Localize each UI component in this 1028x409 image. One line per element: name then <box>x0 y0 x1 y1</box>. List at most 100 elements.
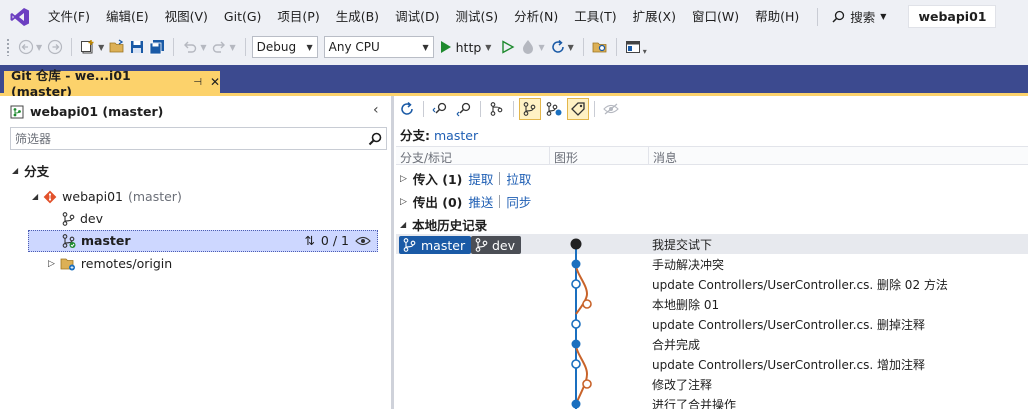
sync-count: 0 / 1 <box>320 233 349 248</box>
menu-extensions[interactable]: 扩展(X) <box>625 0 684 33</box>
commit-message[interactable]: update Controllers/UserController.cs. 删掉… <box>652 316 925 333</box>
commit-node[interactable] <box>582 299 592 309</box>
tab-git-repository[interactable]: Git 仓库 - we...i01 (master) ⊣ ✕ <box>4 68 220 99</box>
commit-message[interactable]: 进行了合并操作 <box>652 396 736 409</box>
find-in-files-icon[interactable] <box>590 37 610 57</box>
new-project-icon[interactable] <box>78 37 98 57</box>
commit-node[interactable] <box>571 319 581 329</box>
branch-graph-icon[interactable] <box>486 98 508 120</box>
hide-icon[interactable] <box>600 98 622 120</box>
menu-window[interactable]: 窗口(W) <box>684 0 747 33</box>
show-remote-branches-icon[interactable] <box>543 98 565 120</box>
push-link[interactable]: 推送 <box>468 192 493 211</box>
chevron-down-icon: ▼ <box>306 42 313 52</box>
column-message[interactable]: 消息 <box>653 149 677 166</box>
chevron-down-icon[interactable]: ▼ <box>36 43 42 52</box>
commit-node[interactable] <box>571 279 581 289</box>
branch-tag-dev-label: dev <box>492 237 516 253</box>
commit-node[interactable] <box>582 379 592 389</box>
show-first-parent-icon[interactable] <box>519 98 541 120</box>
menu-edit[interactable]: 编辑(E) <box>98 0 157 33</box>
search-next-icon[interactable] <box>453 98 475 120</box>
window-layout-icon[interactable] <box>623 37 643 57</box>
start-debugging-button[interactable]: http ▼ <box>440 40 495 55</box>
branches-section-header[interactable]: ◢ 分支 <box>12 161 49 180</box>
commit-message[interactable]: 修改了注释 <box>652 376 712 393</box>
column-divider[interactable] <box>549 147 550 165</box>
outgoing-group[interactable]: ▷ 传出 (0) 推送 同步 <box>400 192 531 211</box>
toolbar-grip[interactable] <box>6 38 10 56</box>
menu-view[interactable]: 视图(V) <box>157 0 216 33</box>
commit-node[interactable] <box>571 399 581 409</box>
tree-item-dev[interactable]: dev <box>62 211 103 226</box>
chevron-down-icon[interactable]: ▼ <box>98 43 104 52</box>
column-divider[interactable] <box>648 147 649 165</box>
search-icon[interactable] <box>368 132 382 146</box>
menu-file[interactable]: 文件(F) <box>40 0 98 33</box>
commit-node[interactable] <box>570 238 582 250</box>
chevron-down-icon[interactable]: ▼ <box>538 43 544 52</box>
incoming-group[interactable]: ▷ 传入 (1) 提取 拉取 <box>400 169 531 188</box>
menu-test[interactable]: 测试(S) <box>447 0 506 33</box>
commit-message[interactable]: 合并完成 <box>652 336 700 353</box>
repository-header: webapi01 (master) <box>10 104 163 119</box>
pin-icon[interactable]: ⊣ <box>193 77 202 88</box>
sync-link[interactable]: 同步 <box>506 192 531 211</box>
local-history-header[interactable]: ◢ 本地历史记录 <box>400 215 487 234</box>
fetch-link[interactable]: 提取 <box>468 169 493 188</box>
refresh-icon[interactable] <box>548 37 568 57</box>
menu-analyze[interactable]: 分析(N) <box>506 0 566 33</box>
branch-tag-dev[interactable]: dev <box>471 236 522 254</box>
play-icon <box>440 41 451 53</box>
navigate-forward-icon[interactable] <box>45 37 65 57</box>
commit-message[interactable]: 手动解决冲突 <box>652 256 724 273</box>
column-branch-tag[interactable]: 分支/标记 <box>400 149 452 166</box>
current-branch-value[interactable]: master <box>434 128 478 143</box>
chevron-down-icon[interactable]: ▼ <box>229 43 235 52</box>
close-icon[interactable]: ✕ <box>210 75 220 89</box>
branch-tag-master[interactable]: master <box>399 236 472 254</box>
menu-build[interactable]: 生成(B) <box>328 0 387 33</box>
solution-configuration-select[interactable]: Debug ▼ <box>251 36 318 58</box>
commit-node[interactable] <box>571 259 581 269</box>
menu-project[interactable]: 项目(P) <box>269 0 327 33</box>
chevron-down-icon[interactable]: ▼ <box>568 43 574 52</box>
solution-platform-select[interactable]: Any CPU ▼ <box>323 36 434 58</box>
branch-filter-input[interactable] <box>15 131 345 146</box>
commit-message[interactable]: 我提交试下 <box>652 236 712 253</box>
chevron-down-icon[interactable]: ▼ <box>200 43 206 52</box>
redo-icon[interactable] <box>209 37 229 57</box>
search-button[interactable]: 搜索 ▼ <box>824 7 894 26</box>
save-icon[interactable] <box>127 37 147 57</box>
branch-icon <box>475 238 488 252</box>
menu-tools[interactable]: 工具(T) <box>566 0 624 33</box>
menu-debug[interactable]: 调试(D) <box>387 0 447 33</box>
eye-icon[interactable] <box>355 235 371 247</box>
pull-link[interactable]: 拉取 <box>506 169 531 188</box>
undo-icon[interactable] <box>180 37 200 57</box>
start-without-debugging-icon[interactable] <box>498 37 518 57</box>
commit-node[interactable] <box>571 339 581 349</box>
show-tags-icon[interactable] <box>567 98 589 120</box>
open-folder-icon[interactable] <box>107 37 127 57</box>
commit-message[interactable]: 本地删除 01 <box>652 296 719 313</box>
refresh-icon[interactable] <box>396 98 418 120</box>
commit-message[interactable]: update Controllers/UserController.cs. 增加… <box>652 356 925 373</box>
commit-message[interactable]: update Controllers/UserController.cs. 删除… <box>652 276 948 293</box>
menu-bar: 文件(F) 编辑(E) 视图(V) Git(G) 项目(P) 生成(B) 调试(… <box>0 0 1028 33</box>
tree-item-remotes[interactable]: ▷ remotes/origin <box>48 256 172 271</box>
toolbar-overflow-icon[interactable]: ▾ <box>643 47 647 56</box>
hot-reload-icon[interactable] <box>518 37 538 57</box>
save-all-icon[interactable] <box>147 37 167 57</box>
menu-help[interactable]: 帮助(H) <box>747 0 807 33</box>
toolbar-separator <box>480 101 481 117</box>
navigate-back-icon[interactable] <box>16 37 36 57</box>
commit-node[interactable] <box>571 359 581 369</box>
collapse-panel-icon[interactable]: ‹ <box>373 102 379 118</box>
chevron-down-icon[interactable]: ▼ <box>485 43 491 52</box>
menu-git[interactable]: Git(G) <box>216 0 270 33</box>
tree-item-repository[interactable]: ◢ webapi01 (master) <box>32 189 182 204</box>
column-graph[interactable]: 图形 <box>554 149 578 166</box>
search-previous-icon[interactable] <box>429 98 451 120</box>
visual-studio-logo-icon[interactable] <box>0 0 40 33</box>
